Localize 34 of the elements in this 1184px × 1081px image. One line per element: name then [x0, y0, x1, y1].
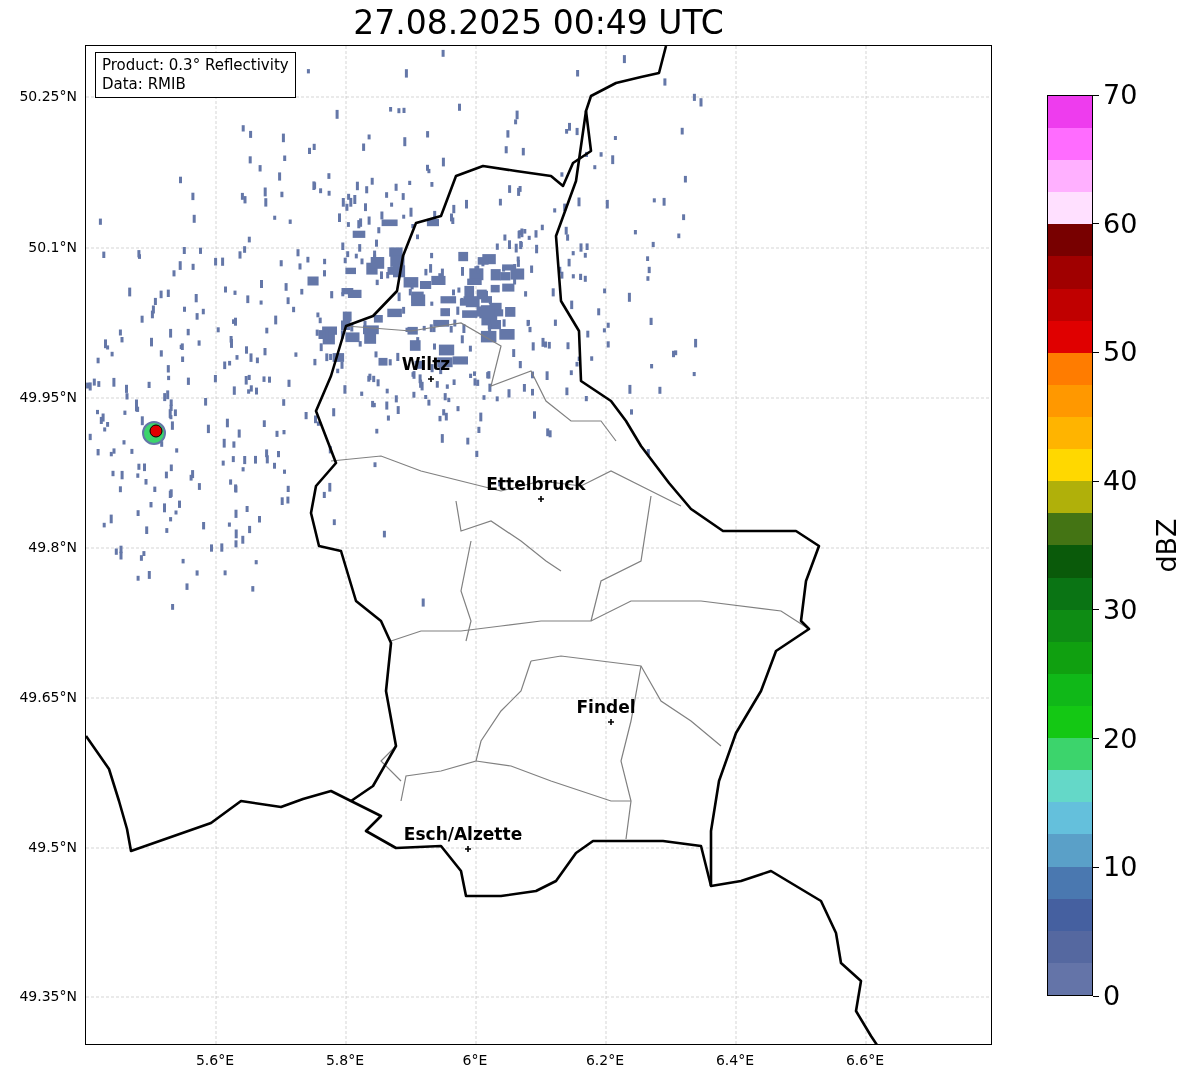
colorbar-tick-label: 40: [1103, 466, 1138, 497]
longitude-label: 5.8°E: [325, 1052, 365, 1068]
colorbar-tick-label: 70: [1103, 80, 1138, 110]
info-text: Data: RMIB: [102, 75, 187, 94]
chart-title: 27.08.2025 00:49 UTC: [353, 3, 724, 42]
city-label: Esch/Alzette: [403, 824, 523, 844]
latitude-label: 49.8°N: [28, 539, 77, 555]
colorbar-tick-label: 60: [1103, 208, 1138, 239]
city-marker-icon: [427, 375, 435, 383]
radar-site-icon: [142, 421, 166, 445]
colorbar-tick-label: 30: [1103, 594, 1138, 625]
city-marker-icon: [537, 495, 545, 503]
colorbar-tick-label: 20: [1103, 723, 1138, 754]
city-marker-icon: [464, 845, 472, 853]
city-label: Ettelbruck: [486, 474, 586, 494]
colorbar-label: dBZ: [1151, 518, 1182, 573]
longitude-label: 6.4°E: [715, 1052, 755, 1068]
longitude-label: 6.6°E: [845, 1052, 885, 1068]
latitude-label: 49.5°N: [28, 839, 77, 855]
latitude-label: 49.35°N: [19, 988, 77, 1004]
longitude-label: 6.2°E: [585, 1052, 625, 1068]
info-text: Product: 0.3° Reflectivity: [102, 56, 289, 75]
colorbar-tick-label: 50: [1103, 337, 1138, 368]
city-label: Wiltz: [401, 354, 451, 374]
latitude-label: 50.1°N: [28, 239, 77, 255]
colorbar-tick-label: 10: [1103, 852, 1138, 883]
latitude-label: 50.25°N: [19, 88, 77, 104]
latitude-label: 49.95°N: [19, 389, 77, 405]
longitude-label: 5.6°E: [195, 1052, 235, 1068]
colorbar-tick-label: 0: [1103, 981, 1121, 1011]
longitude-label: 6°E: [462, 1052, 488, 1068]
city-label: Findel: [576, 697, 636, 717]
latitude-label: 49.65°N: [19, 689, 77, 705]
city-marker-icon: [607, 718, 615, 726]
